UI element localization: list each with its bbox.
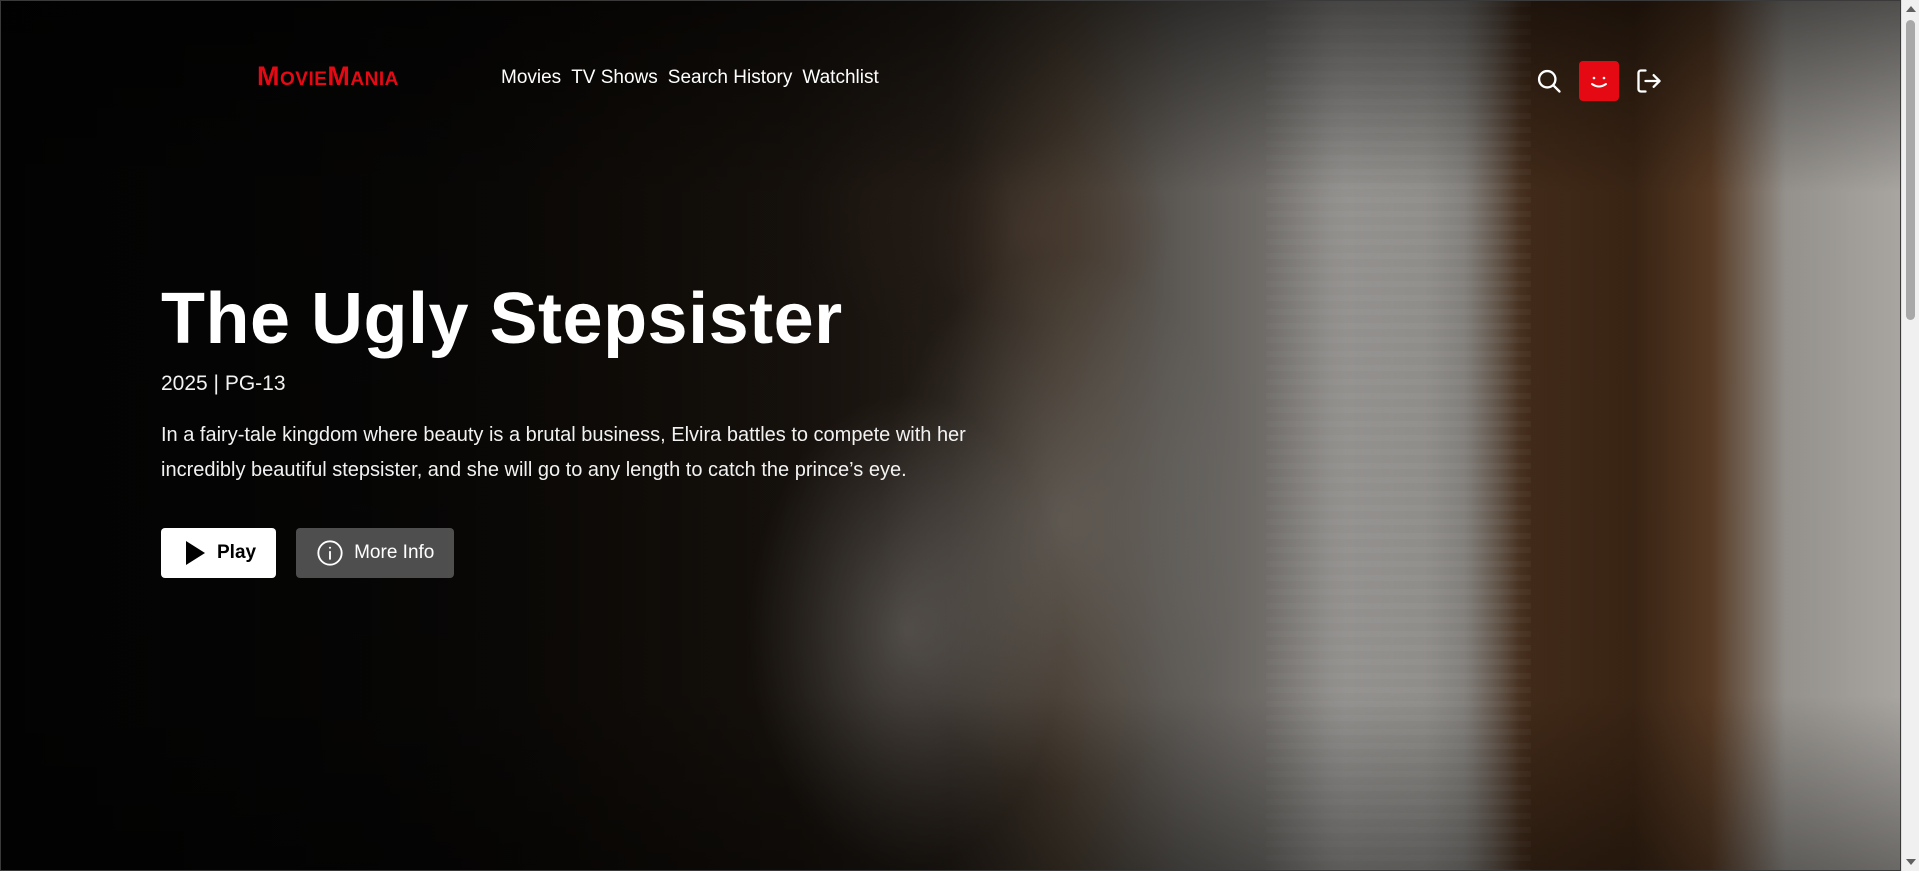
logout-icon — [1637, 69, 1661, 93]
play-icon — [186, 541, 205, 565]
hero-meta: 2025 | PG-13 — [161, 372, 286, 395]
play-button[interactable]: Play — [161, 528, 277, 578]
search-icon — [1537, 69, 1561, 93]
nav-link-movies[interactable]: Movies — [501, 67, 561, 89]
scroll-up-icon[interactable] — [1906, 6, 1916, 12]
navbar: MovieMania Movies TV Shows Search Histor… — [1, 51, 1900, 107]
avatar-smile-icon — [1591, 76, 1607, 88]
hero-content: The Ugly Stepsister 2025 | PG-13 In a fa… — [161, 276, 1001, 578]
hero-actions: Play More Info — [161, 528, 1001, 578]
search-button[interactable] — [1531, 63, 1567, 99]
profile-avatar[interactable] — [1579, 61, 1619, 101]
logo[interactable]: MovieMania — [257, 61, 399, 92]
nav-link-search-history[interactable]: Search History — [668, 67, 793, 89]
hero-description: In a fairy-tale kingdom where beauty is … — [161, 424, 966, 481]
scroll-down-icon[interactable] — [1906, 859, 1916, 865]
nav-link-watchlist[interactable]: Watchlist — [802, 67, 878, 89]
info-icon — [317, 540, 343, 566]
nav-actions — [1531, 61, 1667, 101]
app-viewport: MovieMania Movies TV Shows Search Histor… — [0, 0, 1901, 871]
hero-title: The Ugly Stepsister — [161, 279, 843, 359]
scroll-thumb[interactable] — [1906, 20, 1915, 320]
nav-links: Movies TV Shows Search History Watchlist — [501, 67, 879, 89]
page-scrollbar[interactable] — [1901, 0, 1919, 871]
nav-link-tv-shows[interactable]: TV Shows — [571, 67, 658, 89]
play-button-label: Play — [217, 542, 257, 563]
logout-button[interactable] — [1631, 63, 1667, 99]
more-info-button[interactable]: More Info — [296, 528, 455, 578]
more-info-button-label: More Info — [354, 542, 435, 563]
